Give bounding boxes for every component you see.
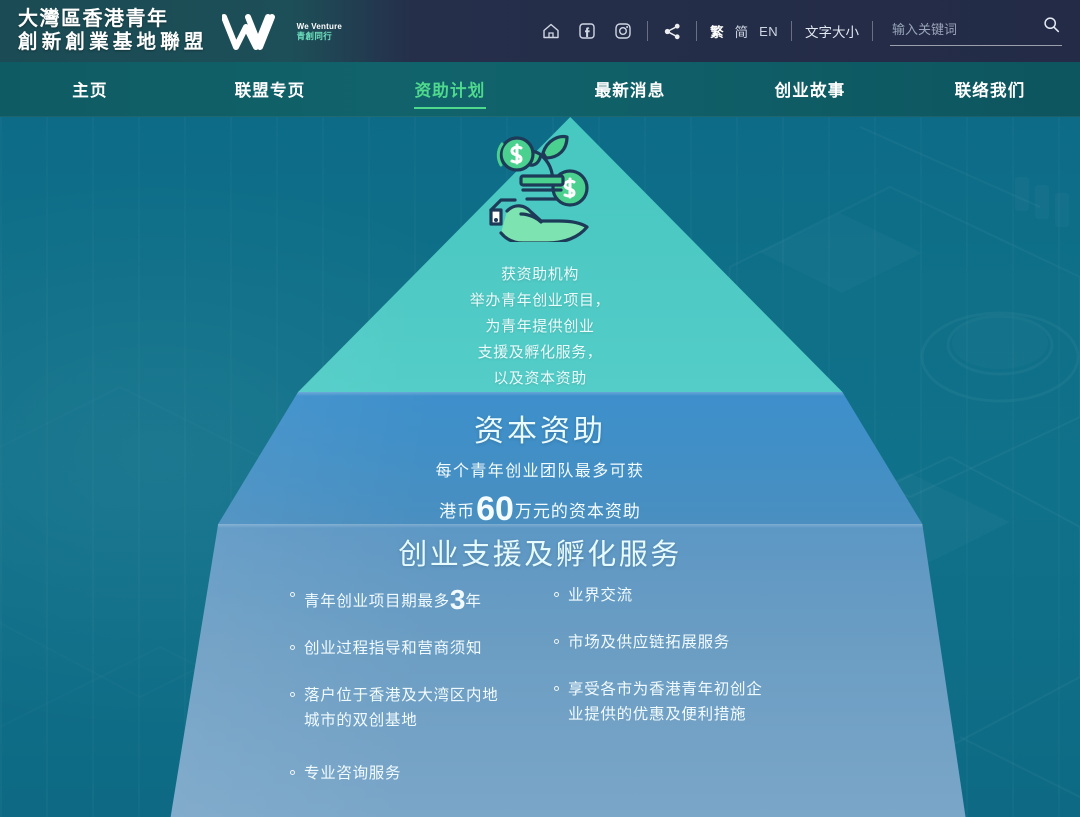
nav-item-stories[interactable]: 创业故事: [720, 62, 900, 116]
tier-bottom-title: 创业支援及孵化服务: [398, 539, 682, 571]
main-navigation: 主页 联盟专页 资助计划 最新消息 创业故事 联络我们: [0, 62, 1080, 117]
tier-top-line-5: 以及资本资助: [493, 370, 587, 387]
tier-top-line-1: 获资助机构: [500, 266, 579, 283]
tier-top-line-2: 举办青年创业项目，: [469, 292, 611, 309]
list-item-text: 落户位于香港及大湾区内地 城市的双创基地: [304, 687, 499, 729]
brand-line-1: 大灣區香港青年: [18, 7, 169, 30]
list-item-text: 青年创业项目期最多3年: [304, 583, 482, 614]
list-item: 创业过程指导和营商须知: [290, 636, 542, 661]
top-header-bar: 大灣區香港青年 創新創業基地聯盟 We Venture 青創同行 繁 简 EN …: [0, 0, 1080, 62]
bullet-dot-icon: [554, 639, 559, 644]
list-item-text: 市场及供应链拓展服务: [568, 634, 731, 651]
tier-middle-title: 资本资助: [474, 415, 606, 448]
tier-bottom-right-column: 业界交流 市场及供应链拓展服务 享受各市为香港青年初创企 业提供的优惠及便利措施: [554, 583, 804, 808]
language-option-trad[interactable]: 繁: [710, 21, 724, 41]
list-item: 专业咨询服务: [290, 761, 542, 786]
brand-line-2: 創新創業基地聯盟: [18, 31, 208, 54]
nav-item-news[interactable]: 最新消息: [540, 62, 720, 116]
list-item-text: 创业过程指导和营商须知: [304, 640, 483, 657]
list-item-text: 业界交流: [568, 587, 633, 604]
tier-bottom-left-column: 青年创业项目期最多3年 创业过程指导和营商须知 落户位于香港及大湾区内地 城市的…: [290, 583, 542, 808]
amount-suffix: 万元的资本资助: [514, 502, 641, 521]
tier-bottom-lists: 青年创业项目期最多3年 创业过程指导和营商须知 落户位于香港及大湾区内地 城市的…: [0, 583, 1080, 808]
language-switcher: 繁 简 EN: [710, 21, 778, 41]
we-venture-logo-mark: We Venture 青創同行: [221, 13, 342, 51]
list-item-post: 年: [465, 593, 482, 610]
header-icon-group: [540, 20, 634, 42]
header-utility-nav: 繁 简 EN 文字大小: [540, 16, 1080, 46]
nav-item-home[interactable]: 主页: [0, 62, 180, 116]
bullet-dot-icon: [290, 592, 295, 597]
bullet-dot-icon: [554, 592, 559, 597]
nav-item-contact[interactable]: 联络我们: [900, 62, 1080, 116]
list-item-text: 享受各市为香港青年初创企 业提供的优惠及便利措施: [568, 681, 763, 723]
list-item: 享受各市为香港青年初创企 业提供的优惠及便利措施: [554, 677, 804, 727]
nav-item-funding-plan[interactable]: 资助计划: [360, 62, 540, 116]
logo-text-cn: 青創同行: [296, 30, 333, 41]
facebook-icon[interactable]: [576, 20, 598, 42]
list-item: 市场及供应链拓展服务: [554, 630, 804, 655]
home-icon[interactable]: [540, 20, 562, 42]
divider: [791, 21, 792, 41]
pyramid-content: 获资助机构 举办青年创业项目， 为青年提供创业 支援及孵化服务， 以及资本资助 …: [0, 117, 1080, 817]
amount-prefix: 港币: [439, 502, 476, 521]
search-icon[interactable]: [1043, 16, 1060, 38]
tier-middle-subtitle: 每个青年创业团队最多可获: [435, 463, 645, 480]
amount-number: 60: [476, 490, 514, 528]
list-item: 青年创业项目期最多3年: [290, 583, 542, 614]
nav-item-alliance[interactable]: 联盟专页: [180, 62, 360, 116]
list-item-number: 3: [449, 584, 466, 615]
divider: [872, 21, 873, 41]
hero-section: 获资助机构 举办青年创业项目， 为青年提供创业 支援及孵化服务， 以及资本资助 …: [0, 117, 1080, 817]
hand-with-coins-and-plant-icon: [477, 122, 603, 242]
language-option-simp[interactable]: 简: [735, 21, 749, 41]
w-monogram-icon: [221, 13, 292, 51]
site-logo[interactable]: 大灣區香港青年 創新創業基地聯盟 We Venture 青創同行: [0, 8, 342, 55]
divider: [696, 21, 698, 41]
language-option-en[interactable]: EN: [759, 24, 778, 39]
tier-top-line-4: 支援及孵化服务，: [477, 344, 603, 361]
tier-top-text: 获资助机构 举办青年创业项目， 为青年提供创业 支援及孵化服务， 以及资本资助: [0, 262, 1080, 392]
search-box: [890, 16, 1080, 46]
list-item: 落户位于香港及大湾区内地 城市的双创基地: [290, 683, 542, 733]
list-item-pre: 青年创业项目期最多: [304, 593, 450, 610]
divider: [647, 21, 649, 41]
share-icon[interactable]: [661, 20, 683, 42]
brand-text: 大灣區香港青年 創新創業基地聯盟: [18, 8, 208, 55]
list-item-text: 专业咨询服务: [304, 765, 402, 782]
bullet-dot-icon: [290, 645, 295, 650]
logo-subtext: We Venture 青創同行: [296, 22, 342, 41]
instagram-icon[interactable]: [612, 20, 634, 42]
list-item: 业界交流: [554, 583, 804, 608]
tier-middle-amount: 港币 60 万元的资本资助: [0, 489, 1080, 528]
bullet-dot-icon: [554, 686, 559, 691]
page-root: 大灣區香港青年 創新創業基地聯盟 We Venture 青創同行 繁 简 EN …: [0, 0, 1080, 817]
bullet-dot-icon: [290, 770, 295, 775]
font-size-control[interactable]: 文字大小: [805, 21, 859, 41]
tier-top-line-3: 为青年提供创业: [485, 318, 595, 335]
bullet-dot-icon: [290, 692, 295, 697]
